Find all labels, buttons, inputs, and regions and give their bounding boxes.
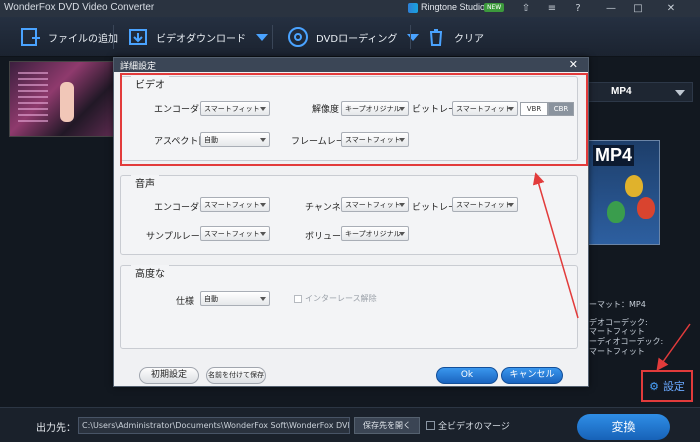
arrow-to-settings <box>656 323 691 371</box>
annotation-arrows <box>532 172 691 371</box>
arrow-to-video-group <box>532 172 579 319</box>
